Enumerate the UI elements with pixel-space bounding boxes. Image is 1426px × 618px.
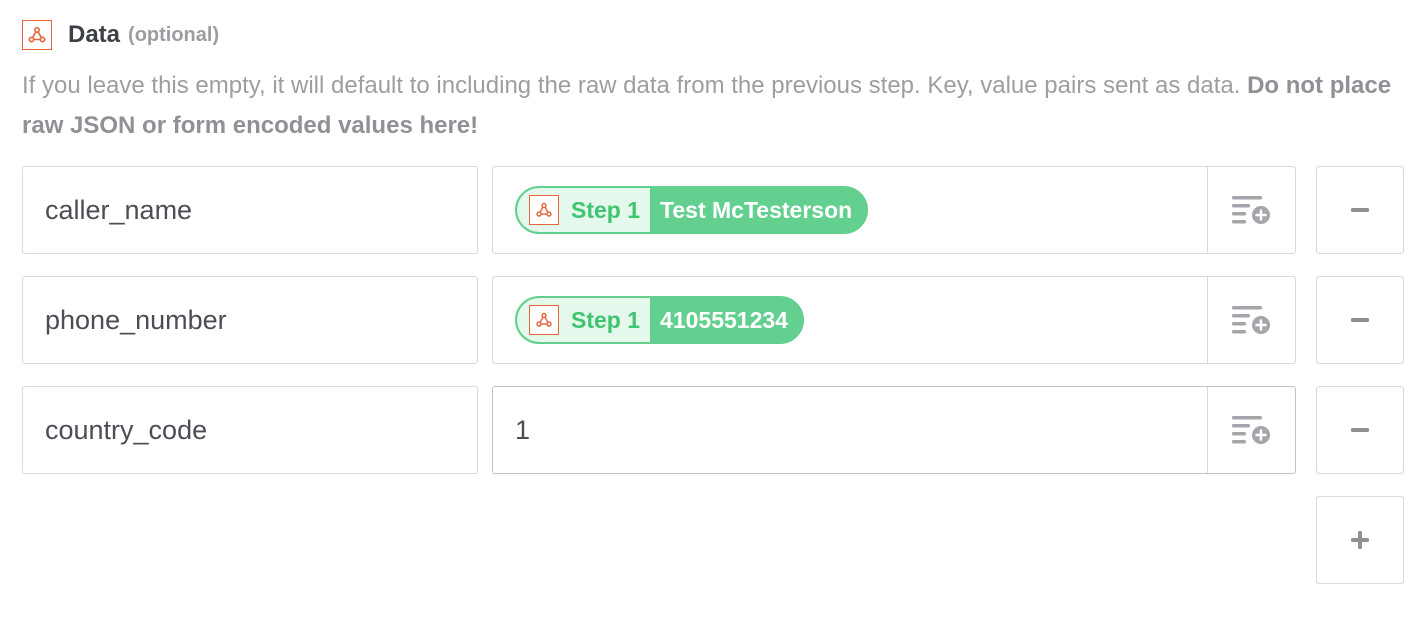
value-text[interactable]: 1 <box>493 387 1207 473</box>
webhook-icon <box>22 20 52 50</box>
insert-data-button[interactable] <box>1207 277 1295 363</box>
remove-row-button[interactable] <box>1316 166 1404 254</box>
remove-row-button[interactable] <box>1316 276 1404 364</box>
minus-icon <box>1351 208 1369 212</box>
value-input[interactable]: 1 <box>492 386 1296 474</box>
value-area[interactable]: Step 1 4105551234 <box>493 277 1207 363</box>
pill-step-label: Step 1 <box>571 196 641 223</box>
step-pill[interactable]: Step 1 4105551234 <box>515 296 804 344</box>
plus-icon <box>1351 531 1369 549</box>
insert-data-icon <box>1231 306 1270 334</box>
help-text-main: If you leave this empty, it will default… <box>22 72 1248 99</box>
insert-data-icon <box>1231 416 1270 444</box>
pill-step-section: Step 1 <box>517 188 651 232</box>
remove-row-button[interactable] <box>1316 386 1404 474</box>
insert-data-button[interactable] <box>1207 387 1295 473</box>
key-input[interactable]: phone_number <box>22 276 478 364</box>
section-header: Data (optional) <box>22 18 219 52</box>
key-input[interactable]: country_code <box>22 386 478 474</box>
insert-data-icon <box>1231 196 1270 224</box>
minus-icon <box>1351 428 1369 432</box>
webhook-icon <box>529 195 559 225</box>
pill-value: 4105551234 <box>660 306 788 333</box>
pill-step-label: Step 1 <box>571 306 641 333</box>
step-pill[interactable]: Step 1 Test McTesterson <box>515 186 869 234</box>
minus-icon <box>1351 318 1369 322</box>
optional-label: (optional) <box>128 23 220 46</box>
pill-value: Test McTesterson <box>660 196 853 223</box>
pill-step-section: Step 1 <box>517 298 651 342</box>
value-input[interactable]: Step 1 4105551234 <box>492 276 1296 364</box>
section-title: Data <box>68 21 121 48</box>
webhook-icon <box>529 305 559 335</box>
add-row-button[interactable] <box>1316 496 1404 584</box>
value-area[interactable]: Step 1 Test McTesterson <box>493 167 1207 253</box>
key-input[interactable]: caller_name <box>22 166 478 254</box>
value-input[interactable]: Step 1 Test McTesterson <box>492 166 1296 254</box>
help-text: If you leave this empty, it will default… <box>22 66 1392 146</box>
insert-data-button[interactable] <box>1207 167 1295 253</box>
